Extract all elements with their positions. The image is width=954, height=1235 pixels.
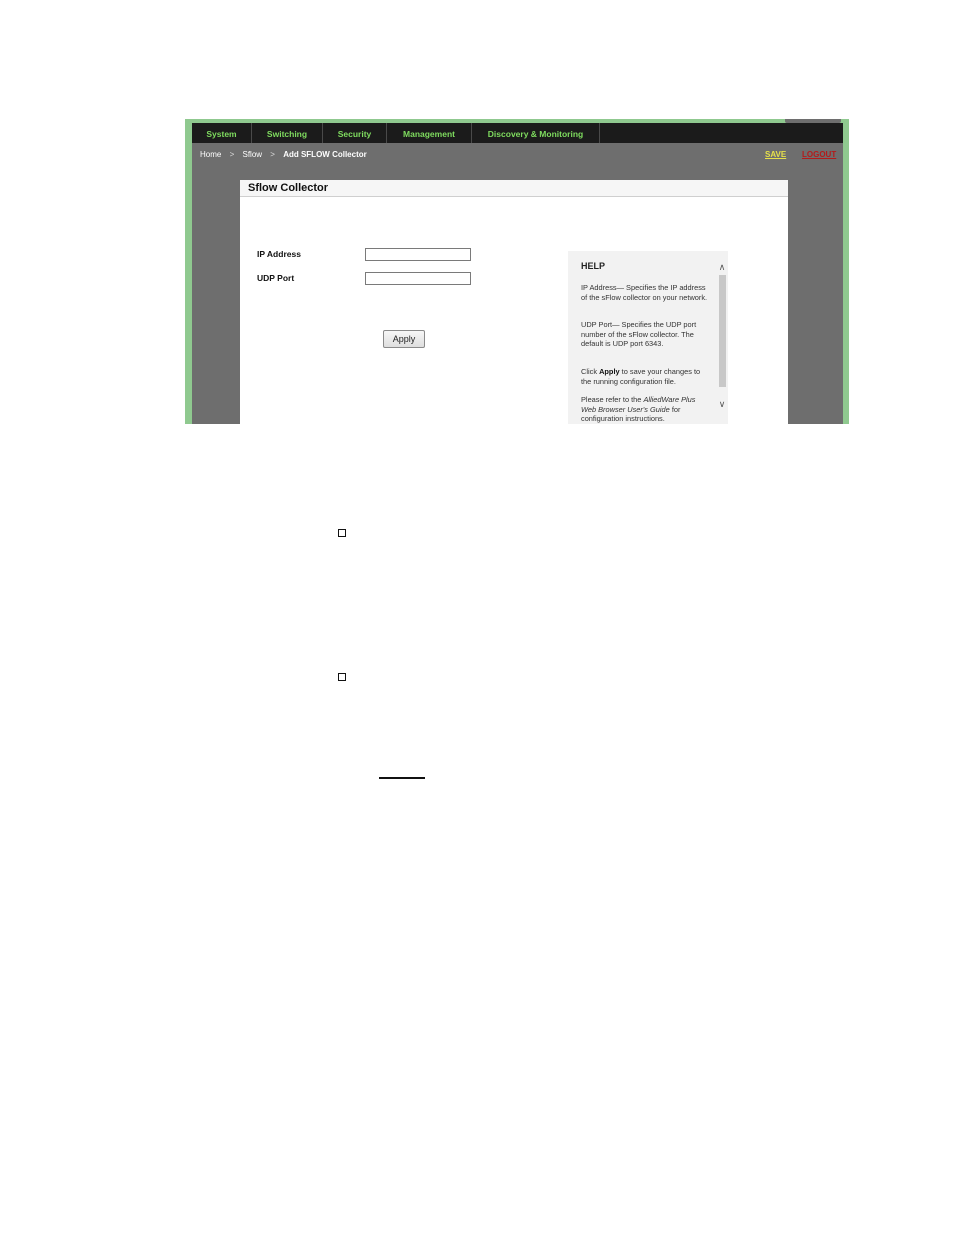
breadcrumb-sflow[interactable]: Sflow — [242, 150, 262, 159]
help-scrollbar[interactable]: ∧ ∨ — [716, 251, 728, 424]
help-apply-bold: Apply — [599, 367, 620, 376]
help-apply: Click Apply to save your changes to the … — [581, 367, 711, 386]
help-apply-pre: Click — [581, 367, 600, 376]
breadcrumb: Home > Sflow > Add SFLOW Collector — [200, 150, 367, 159]
nav-system[interactable]: System — [192, 123, 252, 143]
checkbox-bullet-icon — [338, 673, 346, 681]
nav-security[interactable]: Security — [323, 123, 387, 143]
panel-title: Sflow Collector — [240, 180, 788, 197]
main-nav: System Switching Security Management Dis… — [192, 123, 843, 143]
apply-button[interactable]: Apply — [383, 330, 425, 348]
udp-port-input[interactable] — [365, 272, 471, 285]
chevron-up-icon[interactable]: ∧ — [717, 262, 727, 272]
udp-port-label: UDP Port — [257, 273, 295, 283]
breadcrumb-current: Add SFLOW Collector — [283, 150, 367, 159]
breadcrumb-separator: > — [229, 150, 235, 159]
sflow-collector-panel: Sflow Collector IP Address UDP Port Appl… — [240, 180, 788, 424]
nav-switching[interactable]: Switching — [252, 123, 323, 143]
nav-discovery-monitoring[interactable]: Discovery & Monitoring — [472, 123, 600, 143]
chevron-down-icon[interactable]: ∨ — [717, 399, 727, 409]
help-box[interactable]: HELP IP Address— Specifies the IP addres… — [568, 251, 728, 424]
breadcrumb-separator: > — [270, 150, 275, 159]
screenshot-frame: System Switching Security Management Dis… — [185, 119, 849, 424]
help-guide-pre: Please refer to the — [581, 395, 644, 404]
help-guide: Please refer to the AlliedWare Plus Web … — [581, 395, 711, 424]
app-window: System Switching Security Management Dis… — [192, 119, 843, 424]
nav-management[interactable]: Management — [387, 123, 472, 143]
ip-address-label: IP Address — [257, 249, 301, 259]
help-ip-address: IP Address— Specifies the IP address of … — [581, 283, 708, 302]
scroll-thumb[interactable] — [719, 275, 726, 387]
logout-link[interactable]: LOGOUT — [802, 150, 836, 159]
help-udp-port: UDP Port— Specifies the UDP port number … — [581, 320, 697, 348]
ip-address-input[interactable] — [365, 248, 471, 261]
save-link[interactable]: SAVE — [765, 150, 786, 159]
checkbox-bullet-icon — [338, 529, 346, 537]
help-title: HELP — [581, 261, 606, 271]
breadcrumb-home[interactable]: Home — [200, 150, 221, 159]
underline-rule — [379, 777, 425, 779]
